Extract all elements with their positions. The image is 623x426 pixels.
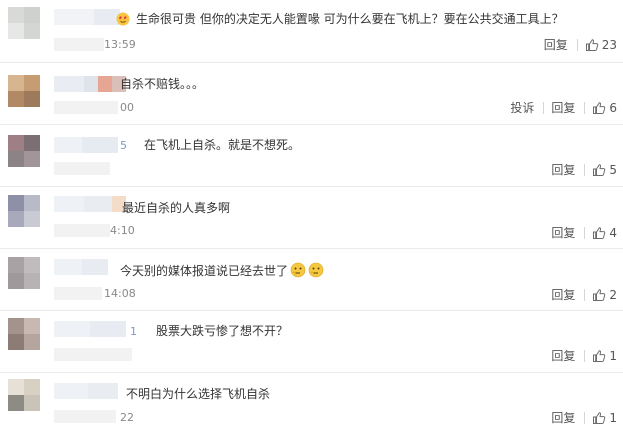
comment-item: 1 股票大跌亏惨了想不开？ 回复 1 [0, 311, 623, 373]
like-count: 2 [609, 288, 617, 302]
username-fragment: 1 [130, 325, 137, 338]
blurred-username[interactable] [54, 383, 118, 399]
timestamp: 4:10 [110, 224, 135, 237]
like-button[interactable]: 4 [592, 226, 617, 240]
comment-item: 今天别的媒体报道说已经去世了 14:08 回复 2 [0, 249, 623, 311]
blurred-username[interactable] [54, 259, 108, 275]
like-button[interactable]: 1 [592, 411, 617, 425]
reply-button[interactable]: 回复 [551, 288, 575, 302]
like-button[interactable]: 5 [592, 163, 617, 177]
reply-button[interactable]: 回复 [551, 411, 575, 425]
avatar[interactable] [8, 7, 40, 39]
comment-text: 今天别的媒体报道说已经去世了 [120, 262, 324, 279]
reply-button[interactable]: 回复 [544, 38, 568, 52]
blurred-username[interactable] [54, 137, 118, 153]
comment-item: 生命很可贵 但你的决定无人能置喙 可为什么要在飞机上？要在公共交通工具上？ 13… [0, 0, 623, 63]
comment-actions: 回复 1 [551, 411, 617, 425]
like-count: 4 [609, 226, 617, 240]
username-fragment: 5 [120, 139, 127, 152]
comment-actions: 回复 5 [551, 163, 617, 177]
comment-actions: 回复 23 [544, 38, 617, 52]
blurred-time [54, 38, 104, 51]
thumbs-up-icon [593, 289, 606, 301]
thinking-face-icon [290, 262, 306, 278]
blurred-time [54, 101, 118, 114]
blurred-username[interactable] [54, 9, 120, 25]
like-count: 5 [609, 163, 617, 177]
avatar[interactable] [8, 195, 40, 227]
comment-text: 生命很可贵 但你的决定无人能置喙 可为什么要在飞机上？要在公共交通工具上？ [136, 12, 564, 26]
timestamp: 00 [120, 101, 134, 114]
thinking-face-icon [308, 262, 324, 278]
comment-text: 最近自杀的人真多啊 [122, 201, 231, 215]
comment-actions: 投诉 回复 6 [510, 101, 617, 115]
blurred-time [54, 410, 116, 423]
comment-text: 股票大跌亏惨了想不开？ [156, 324, 289, 338]
blurred-time [54, 348, 132, 361]
avatar[interactable] [8, 318, 40, 350]
avatar[interactable] [8, 135, 40, 167]
comment-item: 不明白为什么选择飞机自杀 22 回复 1 [0, 373, 623, 426]
heart-eyes-badge-icon [116, 12, 130, 26]
like-button[interactable]: 1 [592, 349, 617, 363]
like-count: 23 [601, 38, 617, 52]
comment-text: 在飞机上自杀。就是不想死。 [144, 138, 301, 152]
comment-item: 自杀不赔钱。。。 00 投诉 回复 6 [0, 63, 623, 125]
comment-actions: 回复 4 [551, 226, 617, 240]
blurred-username[interactable] [54, 196, 126, 212]
comment-item: 最近自杀的人真多啊 4:10 回复 4 [0, 187, 623, 249]
reply-button[interactable]: 回复 [551, 101, 575, 115]
thumbs-up-icon [593, 164, 606, 176]
like-button[interactable]: 23 [585, 38, 617, 52]
reply-button[interactable]: 回复 [551, 349, 575, 363]
blurred-username[interactable] [54, 76, 126, 92]
thumbs-up-icon [593, 350, 606, 362]
blurred-time [54, 162, 110, 175]
comment-actions: 回复 2 [551, 288, 617, 302]
thumbs-up-icon [593, 102, 606, 114]
avatar[interactable] [8, 379, 40, 411]
blurred-time [54, 224, 110, 237]
timestamp: 22 [120, 411, 134, 424]
report-button[interactable]: 投诉 [510, 101, 534, 115]
comment-actions: 回复 1 [551, 349, 617, 363]
avatar[interactable] [8, 257, 40, 289]
like-count: 1 [609, 349, 617, 363]
thumbs-up-icon [585, 39, 598, 51]
like-button[interactable]: 2 [592, 288, 617, 302]
timestamp: 13:59 [104, 38, 136, 51]
avatar[interactable] [8, 75, 40, 107]
like-button[interactable]: 6 [592, 101, 617, 115]
reply-button[interactable]: 回复 [551, 226, 575, 240]
like-count: 6 [609, 101, 617, 115]
blurred-time [54, 287, 102, 300]
comment-item: 5 在飞机上自杀。就是不想死。 回复 5 [0, 125, 623, 187]
comment-text: 不明白为什么选择飞机自杀 [126, 387, 271, 401]
timestamp: 14:08 [104, 287, 136, 300]
reply-button[interactable]: 回复 [551, 163, 575, 177]
thumbs-up-icon [593, 412, 606, 424]
like-count: 1 [609, 411, 617, 425]
comment-text: 自杀不赔钱。。。 [120, 77, 205, 91]
thumbs-up-icon [593, 227, 606, 239]
blurred-username[interactable] [54, 321, 126, 337]
